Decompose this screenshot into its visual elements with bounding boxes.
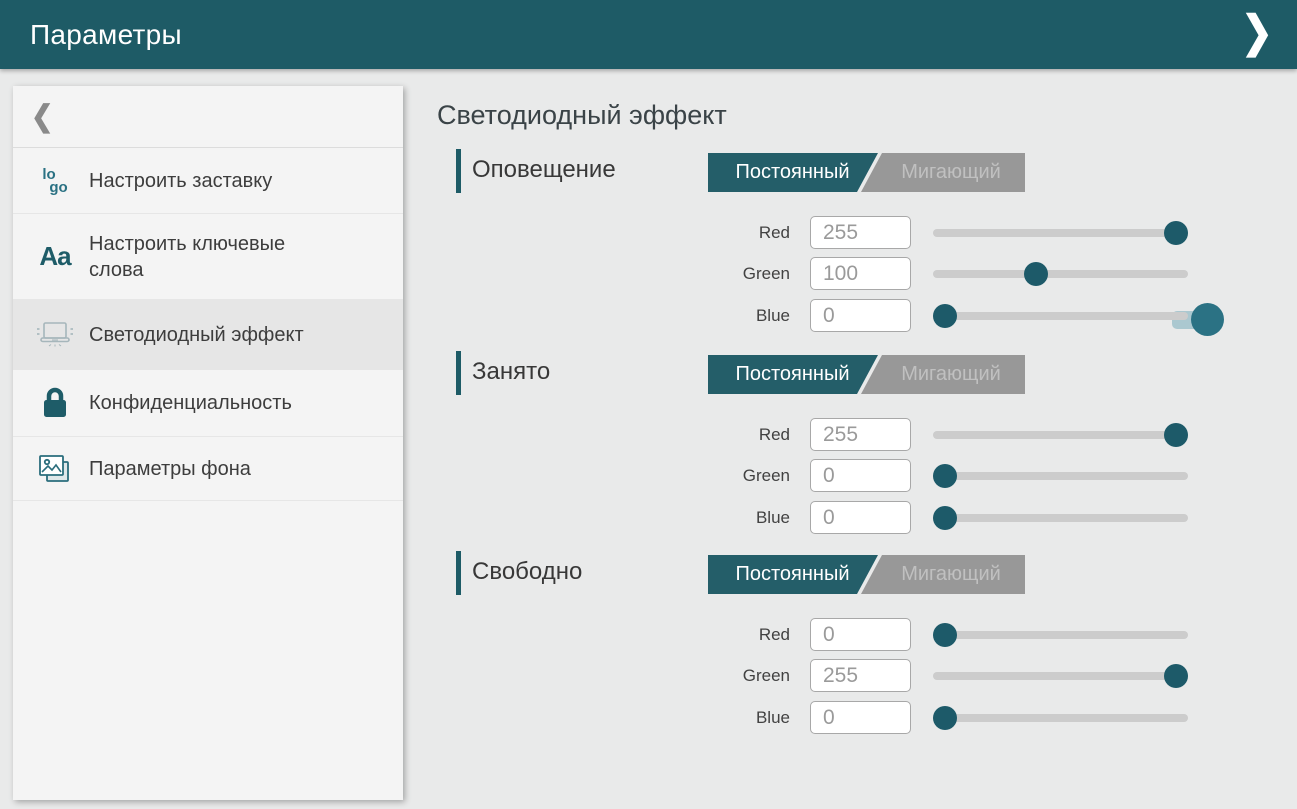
section-title: Занято <box>472 358 550 386</box>
red-slider-thumb[interactable] <box>1164 423 1188 447</box>
red-slider-track[interactable] <box>933 229 1188 237</box>
sidebar-item-label: Конфиденциальность <box>89 390 292 416</box>
red-slider-track[interactable] <box>933 431 1188 439</box>
green-value-input[interactable] <box>810 257 911 290</box>
blue-slider[interactable] <box>933 502 1188 533</box>
page-title: Параметры <box>30 0 182 69</box>
green-label: Green <box>640 258 790 289</box>
sidebar-item-led-effect[interactable]: Светодиодный эффект <box>13 300 403 370</box>
blue-label: Blue <box>640 502 790 533</box>
red-label: Red <box>640 217 790 248</box>
blue-value-input[interactable] <box>810 701 911 734</box>
green-slider[interactable] <box>933 460 1188 491</box>
sidebar-item-label: Светодиодный эффект <box>89 322 304 348</box>
sidebar-item-label: Настроить заставку <box>89 168 272 194</box>
green-slider-track[interactable] <box>933 270 1188 278</box>
red-value-input[interactable] <box>810 216 911 249</box>
red-slider[interactable] <box>933 419 1188 450</box>
blue-slider[interactable] <box>933 300 1188 331</box>
section-accent-bar <box>456 351 461 395</box>
blue-slider-thumb[interactable] <box>933 506 957 530</box>
blue-slider-thumb[interactable] <box>933 706 957 730</box>
blue-slider-track[interactable] <box>933 514 1188 522</box>
red-slider[interactable] <box>933 619 1188 650</box>
green-label: Green <box>640 660 790 691</box>
sidebar-item-privacy[interactable]: Конфиденциальность <box>13 370 403 437</box>
green-value-input[interactable] <box>810 459 911 492</box>
red-slider-thumb[interactable] <box>933 623 957 647</box>
lock-icon <box>33 386 77 420</box>
settings-sidebar: ❮ logo Настроить заставку Aa Настроить к… <box>13 86 403 800</box>
content-title: Светодиодный эффект <box>437 100 727 131</box>
green-slider-thumb[interactable] <box>1024 262 1048 286</box>
blue-slider-track[interactable] <box>933 714 1188 722</box>
green-slider[interactable] <box>933 660 1188 691</box>
mode-segmented-control: Постоянный Мигающий <box>708 355 1025 394</box>
blue-slider-thumb[interactable] <box>933 304 957 328</box>
blue-slider[interactable] <box>933 702 1188 733</box>
green-slider-thumb[interactable] <box>1164 664 1188 688</box>
blue-slider-track[interactable] <box>933 312 1188 320</box>
green-slider-track[interactable] <box>933 472 1188 480</box>
app-header: Параметры ❯ <box>0 0 1297 69</box>
red-slider[interactable] <box>933 217 1188 248</box>
red-value-input[interactable] <box>810 418 911 451</box>
led-monitor-icon <box>33 320 77 350</box>
blue-label: Blue <box>640 702 790 733</box>
logo-icon: logo <box>33 168 77 194</box>
back-chevron-icon: ❮ <box>31 99 54 133</box>
green-slider-track[interactable] <box>933 672 1188 680</box>
blue-label: Blue <box>640 300 790 331</box>
mode-segmented-control: Постоянный Мигающий <box>708 555 1025 594</box>
section-accent-bar <box>456 149 461 193</box>
section-title: Свободно <box>472 558 582 586</box>
sidebar-item-label: Параметры фона <box>89 456 251 482</box>
images-icon <box>33 452 77 486</box>
red-slider-track[interactable] <box>933 631 1188 639</box>
green-slider-thumb[interactable] <box>933 464 957 488</box>
red-slider-thumb[interactable] <box>1164 221 1188 245</box>
section-title: Оповещение <box>472 156 616 184</box>
blue-value-input[interactable] <box>810 501 911 534</box>
sidebar-item-keywords[interactable]: Aa Настроить ключевые слова <box>13 214 403 300</box>
sidebar-item-splash-screen[interactable]: logo Настроить заставку <box>13 148 403 214</box>
sidebar-item-label: Настроить ключевые слова <box>89 231 329 283</box>
red-label: Red <box>640 419 790 450</box>
sidebar-back-button[interactable]: ❮ <box>13 86 403 148</box>
forward-chevron-icon[interactable]: ❯ <box>1233 0 1281 74</box>
keywords-aa-icon: Aa <box>33 241 77 272</box>
mode-segmented-control: Постоянный Мигающий <box>708 153 1025 192</box>
red-value-input[interactable] <box>810 618 911 651</box>
green-slider[interactable] <box>933 258 1188 289</box>
blue-value-input[interactable] <box>810 299 911 332</box>
sidebar-item-background[interactable]: Параметры фона <box>13 437 403 501</box>
green-label: Green <box>640 460 790 491</box>
green-value-input[interactable] <box>810 659 911 692</box>
section-accent-bar <box>456 551 461 595</box>
red-label: Red <box>640 619 790 650</box>
